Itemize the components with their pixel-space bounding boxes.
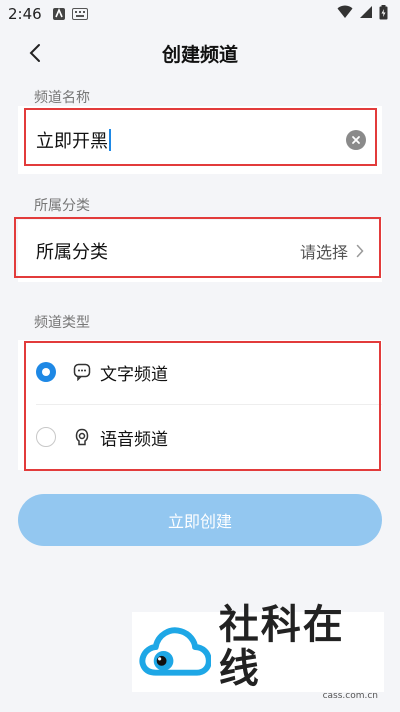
text-caret — [109, 129, 111, 151]
wifi-icon — [337, 5, 353, 23]
app-notification-icon — [52, 7, 66, 21]
channel-name-value: 立即开黑 — [36, 131, 108, 152]
channel-type-card: 文字频道 语音频道 — [18, 340, 382, 470]
chat-bubble-icon — [72, 362, 92, 382]
chevron-right-icon — [356, 244, 364, 258]
channel-type-option-text[interactable]: 文字频道 — [18, 340, 382, 404]
channel-name-value-wrap: 立即开黑 — [36, 127, 111, 153]
watermark-text: 社科在线 cass.com.cn — [219, 603, 384, 701]
header: 创建频道 — [0, 30, 400, 76]
create-button[interactable]: 立即创建 — [18, 494, 382, 546]
signal-icon — [359, 5, 373, 23]
channel-type-label: 频道类型 — [34, 315, 90, 331]
watermark-url: cass.com.cn — [322, 691, 378, 701]
channel-name-input[interactable]: 立即开黑 — [18, 106, 382, 174]
category-placeholder: 请选择 — [299, 243, 348, 262]
battery-icon — [379, 4, 388, 24]
category-selector[interactable]: 所属分类 请选择 — [18, 220, 382, 282]
channel-type-text-label: 文字频道 — [100, 364, 168, 385]
watermark-title: 社科在线 — [218, 602, 345, 692]
voice-icon — [72, 427, 92, 447]
keyboard-icon — [71, 8, 88, 20]
category-row-label: 所属分类 — [36, 242, 108, 263]
radio-selected[interactable] — [36, 362, 56, 382]
clear-input-button[interactable] — [346, 130, 366, 150]
channel-name-label: 频道名称 — [34, 90, 90, 106]
close-icon — [352, 136, 360, 144]
radio-unselected[interactable] — [36, 427, 56, 447]
channel-type-voice-label: 语音频道 — [100, 429, 168, 450]
chevron-left-icon — [29, 44, 40, 62]
channel-type-option-voice[interactable]: 语音频道 — [18, 405, 382, 469]
status-time: 2:46 — [8, 5, 42, 23]
watermark: 社科在线 cass.com.cn — [132, 603, 384, 701]
page-title: 创建频道 — [161, 43, 238, 66]
category-section-label: 所属分类 — [34, 198, 90, 214]
back-button[interactable] — [22, 40, 48, 66]
cloud-logo-icon — [139, 627, 211, 676]
status-bar: 2:46 — [0, 0, 400, 28]
